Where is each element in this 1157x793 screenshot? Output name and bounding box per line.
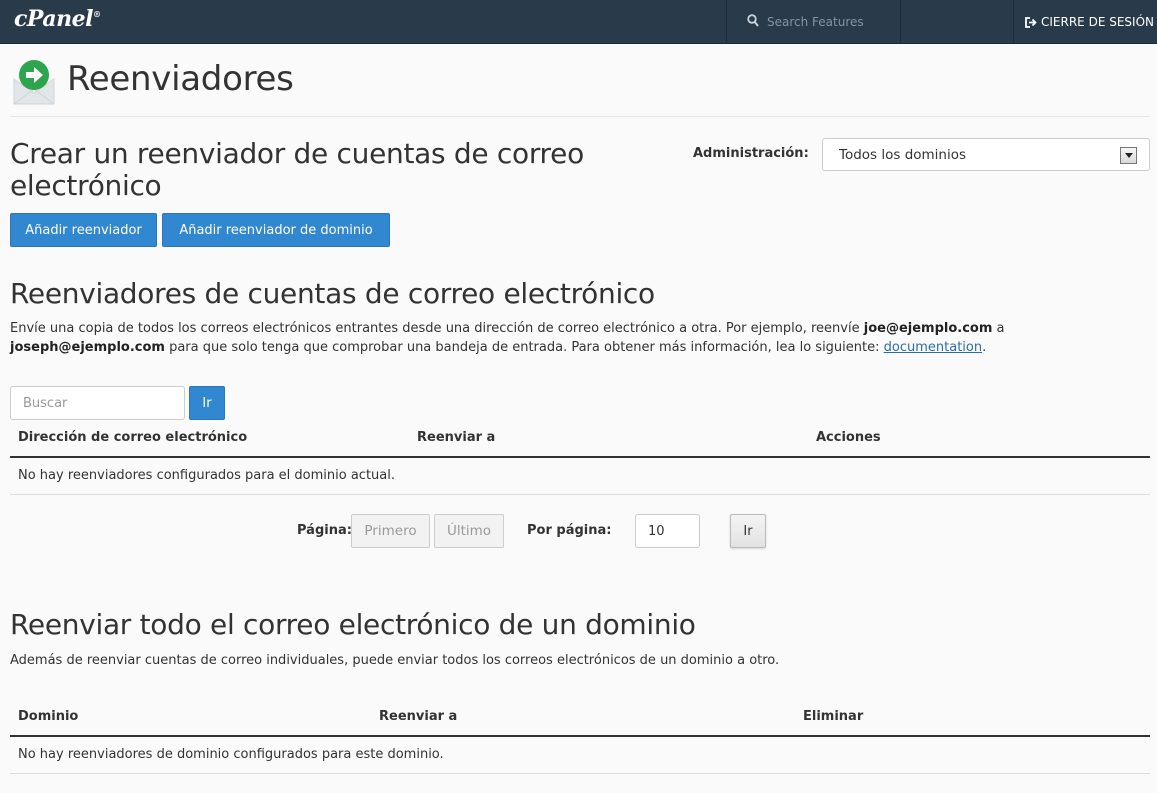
column-header-domain[interactable]: Dominio [18, 709, 78, 724]
search-icon [747, 14, 759, 27]
chevron-down-icon [1120, 147, 1137, 164]
pager-first-button[interactable]: Primero [351, 514, 430, 548]
column-header-delete: Eliminar [803, 709, 864, 724]
logout-button[interactable]: CIERRE DE SESIÓN [1013, 0, 1157, 44]
table-row-divider [10, 494, 1150, 495]
header-divider [10, 116, 1150, 117]
domain-forwarders-heading: Reenviar todo el correo electrónico de u… [10, 608, 696, 641]
cpanel-logo[interactable]: cPanel® [14, 6, 101, 32]
table-header-rule [10, 456, 1150, 458]
domain-table-header-rule [10, 735, 1150, 737]
documentation-link[interactable]: documentation [884, 340, 982, 355]
domain-select-value: Todos los dominios [839, 146, 967, 163]
logout-label: CIERRE DE SESIÓN [1041, 15, 1154, 29]
add-forwarder-button[interactable]: Añadir reenviador [10, 213, 157, 247]
pager-page-label: Página: [297, 523, 352, 538]
empty-domain-forwarders-message: No hay reenviadores de dominio configura… [18, 747, 444, 762]
domain-select[interactable]: Todos los dominios [822, 138, 1150, 171]
add-domain-forwarder-button[interactable]: Añadir reenviador de dominio [162, 213, 390, 247]
forwarder-search-input[interactable] [10, 386, 185, 420]
column-header-domain-forward-to[interactable]: Reenviar a [379, 709, 457, 724]
column-header-email[interactable]: Dirección de correo electrónico [18, 430, 247, 445]
top-navbar: cPanel® CIERRE DE SESIÓN [0, 0, 1157, 44]
per-page-label: Por página: [527, 523, 612, 538]
account-forwarders-heading: Reenviadores de cuentas de correo electr… [10, 277, 655, 310]
forwarders-icon [13, 60, 55, 105]
per-page-go-button[interactable]: Ir [730, 514, 766, 548]
feature-search-input[interactable] [767, 0, 897, 44]
account-forwarders-description: Envíe una copia de todos los correos ele… [10, 321, 1005, 355]
pager-last-button[interactable]: Último [434, 514, 504, 548]
page-title: Reenviadores [67, 59, 294, 99]
empty-forwarders-message: No hay reenviadores configurados para el… [18, 468, 395, 483]
domain-forwarders-description: Además de reenviar cuentas de correo ind… [10, 653, 780, 668]
search-go-button[interactable]: Ir [189, 386, 225, 420]
feature-search [726, 0, 901, 44]
logout-icon [1025, 16, 1037, 28]
create-heading: Crear un reenviador de cuentas de correo… [10, 137, 584, 202]
admin-label: Administración: [693, 146, 809, 161]
per-page-input[interactable] [635, 514, 700, 548]
column-header-forward-to[interactable]: Reenviar a [417, 430, 495, 445]
column-header-actions: Acciones [816, 430, 881, 445]
domain-table-row-divider [10, 773, 1150, 774]
